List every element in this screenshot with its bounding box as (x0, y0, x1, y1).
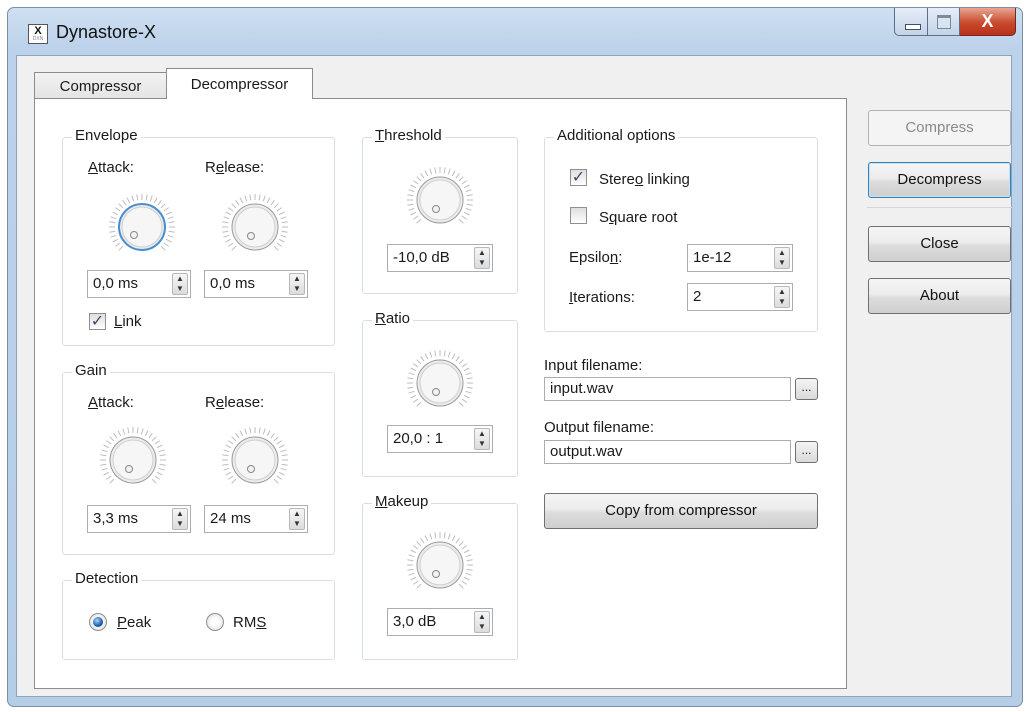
spin-up-down-icon[interactable]: ▲ ▼ (474, 247, 490, 269)
window-title: Dynastore-X (56, 22, 157, 42)
envelope-group-title: Envelope (72, 127, 141, 144)
threshold-knob[interactable] (405, 165, 475, 235)
input-browse-button[interactable]: ... (795, 378, 818, 400)
envelope-release-label: Release: (205, 159, 265, 176)
ratio-group-title: Ratio (372, 310, 414, 327)
gain-attack-knob[interactable] (98, 425, 168, 495)
tab-compressor[interactable]: Compressor (34, 72, 167, 100)
spin-up-down-icon[interactable]: ▲ ▼ (172, 273, 188, 295)
spin-up-down-icon[interactable]: ▲ ▼ (774, 286, 790, 308)
minimize-button[interactable] (894, 8, 928, 36)
spin-up-down-icon[interactable]: ▲ ▼ (774, 247, 790, 269)
iterations-label: Iterations: (569, 289, 635, 306)
gain-release-knob[interactable] (220, 425, 290, 495)
square-root-checkbox[interactable] (570, 207, 587, 224)
stereo-linking-checkbox[interactable]: ✓ (570, 169, 587, 186)
caption-buttons: X (894, 8, 1016, 36)
epsilon-label: Epsilon: (569, 249, 623, 266)
envelope-release-knob[interactable] (220, 192, 290, 262)
output-filename-label: Output filename: (544, 419, 655, 436)
link-checkbox[interactable]: ✓ (89, 313, 106, 330)
threshold-spin[interactable]: -10,0 dB ▲ ▼ (387, 244, 493, 272)
ratio-knob[interactable] (405, 348, 475, 418)
gain-release-spin[interactable]: 24 ms ▲ ▼ (204, 505, 308, 533)
stereo-linking-label: Stereo linking (599, 171, 690, 188)
makeup-knob[interactable] (405, 530, 475, 600)
spin-up-down-icon[interactable]: ▲ ▼ (474, 428, 490, 450)
gain-release-label: Release: (205, 394, 265, 411)
ratio-spin[interactable]: 20,0 : 1 ▲ ▼ (387, 425, 493, 453)
gain-attack-spin[interactable]: 3,3 ms ▲ ▼ (87, 505, 191, 533)
spin-up-down-icon[interactable]: ▲ ▼ (172, 508, 188, 530)
additional-options-title: Additional options (554, 127, 679, 144)
title-bar[interactable]: X DXN Dynastore-X X (8, 8, 1022, 56)
output-filename-field[interactable]: output.wav (544, 440, 791, 464)
square-root-label: Square root (599, 209, 678, 226)
epsilon-spin[interactable]: 1e-12 ▲ ▼ (687, 244, 793, 272)
tab-decompressor[interactable]: Decompressor (166, 68, 313, 99)
about-button[interactable]: About (868, 278, 1011, 314)
makeup-spin[interactable]: 3,0 dB ▲ ▼ (387, 608, 493, 636)
envelope-attack-spin[interactable]: 0,0 ms ▲ ▼ (87, 270, 191, 298)
threshold-group-title: Threshold (372, 127, 445, 144)
close-window-button[interactable]: X (960, 8, 1016, 36)
decompress-button[interactable]: Decompress (868, 162, 1011, 198)
detection-group-title: Detection (72, 570, 142, 587)
input-filename-label: Input filename: (544, 357, 643, 374)
output-browse-button[interactable]: ... (795, 441, 818, 463)
spin-up-down-icon[interactable]: ▲ ▼ (474, 611, 490, 633)
peak-radio[interactable] (89, 613, 107, 631)
envelope-release-spin[interactable]: 0,0 ms ▲ ▼ (204, 270, 308, 298)
makeup-group-title: Makeup (372, 493, 432, 510)
iterations-spin[interactable]: 2 ▲ ▼ (687, 283, 793, 311)
envelope-attack-label: Attack: (88, 159, 134, 176)
maximize-button[interactable] (928, 8, 960, 36)
button-separator (867, 207, 1012, 208)
app-icon: X DXN (28, 24, 48, 44)
spin-up-down-icon[interactable]: ▲ ▼ (289, 273, 305, 295)
rms-label: RMS (233, 614, 267, 631)
rms-radio[interactable] (206, 613, 224, 631)
copy-from-compressor-button[interactable]: Copy from compressor (544, 493, 818, 529)
input-filename-field[interactable]: input.wav (544, 377, 791, 401)
spin-up-down-icon[interactable]: ▲ ▼ (289, 508, 305, 530)
gain-group-title: Gain (72, 362, 110, 379)
compress-button[interactable]: Compress (868, 110, 1011, 146)
peak-label: Peak (117, 614, 152, 631)
envelope-attack-knob[interactable] (107, 192, 177, 262)
gain-attack-label: Attack: (88, 394, 134, 411)
link-label: Link (114, 313, 142, 330)
close-button[interactable]: Close (868, 226, 1011, 262)
